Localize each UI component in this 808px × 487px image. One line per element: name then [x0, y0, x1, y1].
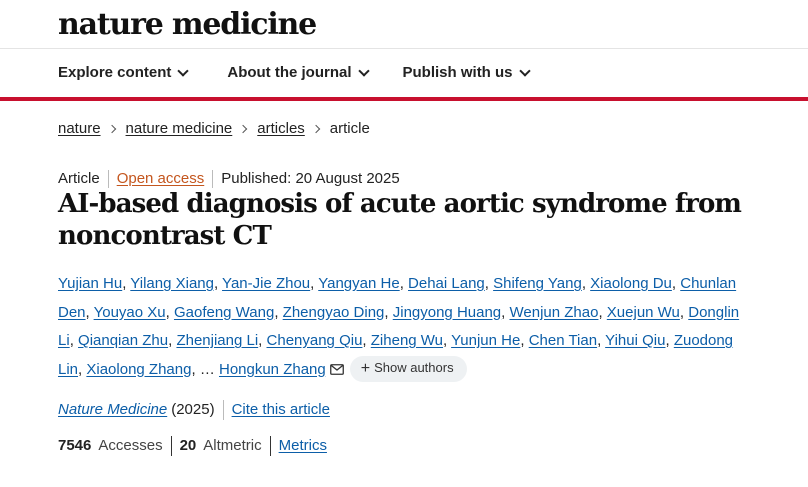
chevron-right-icon	[239, 124, 248, 134]
cite-article-link[interactable]: Cite this article	[224, 400, 330, 420]
accesses-metric: 7546 Accesses	[58, 436, 172, 456]
show-authors-button[interactable]: + Show authors	[349, 355, 467, 382]
author-link[interactable]: Yunjun He	[451, 332, 520, 349]
nav-about-journal[interactable]: About the journal	[227, 63, 370, 83]
article-title: AI-based diagnosis of acute aortic syndr…	[58, 189, 742, 251]
breadcrumb-current: article	[329, 120, 370, 137]
header-divider	[0, 48, 808, 49]
published-date: Published: 20 August 2025	[221, 170, 400, 187]
corresponding-author-link[interactable]: Hongkun Zhang	[219, 361, 326, 378]
nav-item-label: Explore content	[58, 64, 172, 81]
publication-year: (2025)	[167, 400, 224, 420]
article-type: Article	[58, 170, 109, 188]
author-ellipsis: …	[199, 360, 215, 378]
author-list: Yujian Hu, Yilang Xiang, Yan-Jie Zhou, Y…	[58, 270, 758, 385]
author-link[interactable]: Yujian Hu	[58, 275, 122, 292]
author-link[interactable]: Dehai Lang	[408, 275, 485, 292]
author-link[interactable]: Yan-Jie Zhou	[222, 275, 310, 292]
author-link[interactable]: Yangyan He	[318, 275, 399, 292]
email-icon[interactable]	[329, 357, 344, 386]
show-authors-label: Show authors	[374, 360, 454, 376]
author-link[interactable]: Yihui Qiu	[605, 332, 665, 349]
nav-explore-content[interactable]: Explore content	[58, 63, 190, 83]
author-link[interactable]: Jingyong Huang	[393, 304, 501, 321]
plus-icon: +	[360, 359, 371, 377]
accesses-count: 7546	[58, 437, 92, 454]
chevron-down-icon	[357, 65, 370, 77]
article-metrics: 7546 Accesses 20 Altmetric Metrics	[58, 436, 327, 456]
brand-accent-bar	[0, 97, 808, 101]
author-link[interactable]: Youyao Xu	[94, 304, 166, 321]
accesses-label: Accesses	[98, 437, 163, 454]
chevron-right-icon	[107, 124, 116, 134]
open-access-link[interactable]: Open access	[109, 170, 214, 188]
author-link[interactable]: Zhengyao Ding	[283, 304, 385, 321]
author-link[interactable]: Zhenjiang Li	[176, 332, 258, 349]
breadcrumb: nature nature medicine articles article	[58, 120, 370, 138]
citation-line: Nature Medicine (2025) Cite this article	[58, 400, 330, 420]
chevron-down-icon	[518, 65, 531, 77]
altmetric-label: Altmetric	[203, 437, 262, 454]
author-link[interactable]: Qianqian Zhu	[78, 332, 168, 349]
author-link[interactable]: Xuejun Wu	[607, 304, 680, 321]
altmetric-metric: 20 Altmetric	[172, 436, 271, 456]
chevron-down-icon	[177, 65, 190, 77]
author-link[interactable]: Wenjun Zhao	[510, 304, 599, 321]
author-link[interactable]: Chen Tian	[529, 332, 597, 349]
author-link[interactable]: Xiaolong Du	[590, 275, 672, 292]
author-link[interactable]: Xiaolong Zhang	[86, 361, 191, 378]
nav-publish-with-us[interactable]: Publish with us	[402, 63, 531, 83]
author-link[interactable]: Chenyang Qiu	[267, 332, 363, 349]
site-logo[interactable]: nature medicine	[58, 6, 317, 44]
breadcrumb-articles[interactable]: articles	[257, 120, 305, 138]
journal-link[interactable]: Nature Medicine	[58, 400, 167, 420]
author-link[interactable]: Ziheng Wu	[371, 332, 443, 349]
chevron-right-icon	[311, 124, 321, 134]
main-nav: Explore content About the journal Publis…	[58, 63, 569, 83]
article-meta: Article Open access Published: 20 August…	[58, 170, 400, 188]
breadcrumb-nature-medicine[interactable]: nature medicine	[126, 120, 233, 138]
author-link[interactable]: Shifeng Yang	[493, 275, 582, 292]
author-link[interactable]: Gaofeng Wang	[174, 304, 274, 321]
nav-item-label: Publish with us	[402, 64, 513, 81]
nav-item-label: About the journal	[227, 64, 352, 81]
breadcrumb-nature[interactable]: nature	[58, 120, 101, 138]
metrics-link[interactable]: Metrics	[271, 436, 327, 456]
altmetric-count: 20	[179, 437, 197, 454]
author-link[interactable]: Yilang Xiang	[130, 275, 214, 292]
